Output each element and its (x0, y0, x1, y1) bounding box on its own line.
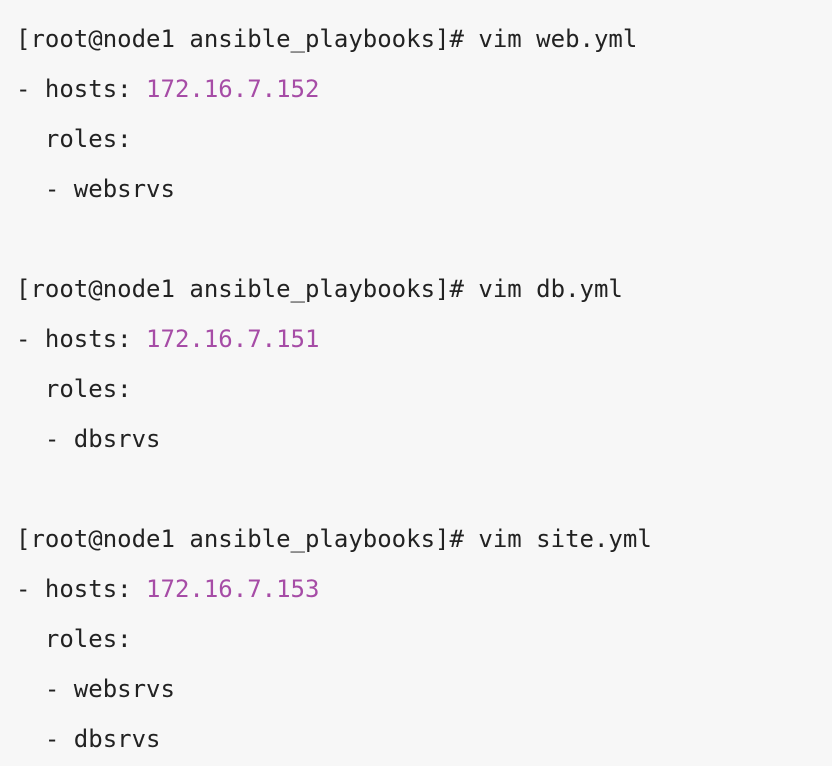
roles-label-line: roles: (16, 125, 132, 153)
terminal-output: [root@node1 ansible_playbooks]# vim web.… (0, 0, 832, 766)
role-item-line: - dbsrvs (16, 725, 161, 753)
hosts-line: - hosts: 172.16.7.151 (16, 314, 832, 364)
roles-label-line: roles: (16, 375, 132, 403)
hosts-ip-value: 172.16.7.152 (146, 75, 320, 103)
hosts-label: - hosts: (16, 575, 147, 603)
hosts-line: - hosts: 172.16.7.152 (16, 64, 832, 114)
hosts-ip-value: 172.16.7.153 (146, 575, 320, 603)
command-line: [root@node1 ansible_playbooks]# vim web.… (16, 25, 638, 53)
command-line: [root@node1 ansible_playbooks]# vim db.y… (16, 275, 623, 303)
role-item-line: - websrvs (16, 675, 175, 703)
hosts-label: - hosts: (16, 75, 147, 103)
hosts-ip-value: 172.16.7.151 (146, 325, 320, 353)
role-item-line: - dbsrvs (16, 425, 161, 453)
role-item-line: - websrvs (16, 175, 175, 203)
hosts-line: - hosts: 172.16.7.153 (16, 564, 832, 614)
hosts-label: - hosts: (16, 325, 147, 353)
command-line: [root@node1 ansible_playbooks]# vim site… (16, 525, 652, 553)
roles-label-line: roles: (16, 625, 132, 653)
